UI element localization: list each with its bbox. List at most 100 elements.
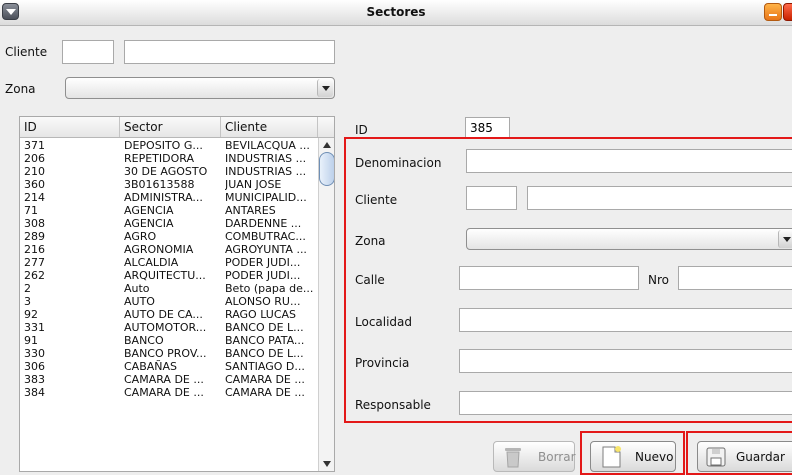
nuevo-button-label: Nuevo — [635, 450, 674, 464]
minimize-button[interactable] — [764, 3, 782, 21]
scroll-down-arrow-icon[interactable] — [323, 461, 331, 467]
cell-cliente: ALONSO RU... — [225, 295, 301, 308]
cell-sector: AGRO — [124, 230, 157, 243]
table-row[interactable]: 216 AGRONOMIA AGROYUNTA ... — [20, 243, 318, 256]
cell-id: 289 — [24, 230, 45, 243]
localidad-input[interactable] — [459, 308, 792, 332]
filter-cliente-code-input[interactable] — [62, 40, 114, 64]
table-row[interactable]: 330 BANCO PROV... BANCO DE L... — [20, 347, 318, 360]
table-row[interactable]: 210 30 DE AGOSTO INDUSTRIAS ... — [20, 165, 318, 178]
table-row[interactable]: 262 ARQUITECTU... PODER JUDI... — [20, 269, 318, 282]
cell-sector: AGENCIA — [124, 217, 174, 230]
cell-id: 384 — [24, 386, 45, 399]
cell-id: 2 — [24, 282, 31, 295]
cell-cliente: PODER JUDI... — [225, 269, 301, 282]
table-row[interactable]: 92 AUTO DE CA... RAGO LUCAS — [20, 308, 318, 321]
cell-id: 216 — [24, 243, 45, 256]
table-row[interactable]: 214 ADMINISTRA... MUNICIPALID... — [20, 191, 318, 204]
responsable-input[interactable] — [459, 391, 792, 415]
window-title: Sectores — [366, 5, 426, 19]
cell-id: 262 — [24, 269, 45, 282]
cell-cliente: COMBUTRAC... — [225, 230, 306, 243]
id-field[interactable] — [465, 117, 510, 139]
cell-id: 360 — [24, 178, 45, 191]
table-row[interactable]: 383 CAMARA DE ... CAMARA DE ... — [20, 373, 318, 386]
cell-sector: AUTO DE CA... — [124, 308, 203, 321]
provincia-label: Provincia — [355, 356, 410, 370]
cliente-code-input[interactable] — [466, 186, 517, 210]
cell-sector: AGENCIA — [124, 204, 174, 217]
filter-zona-select[interactable] — [65, 77, 335, 99]
cell-sector: ADMINISTRA... — [124, 191, 203, 204]
cell-sector: AUTOMOTOR... — [124, 321, 207, 334]
calle-label: Calle — [355, 273, 385, 287]
scroll-thumb[interactable] — [319, 152, 334, 186]
cell-cliente: BANCO PATA... — [225, 334, 305, 347]
table-row[interactable]: 306 CABAÑAS SANTIAGO D... — [20, 360, 318, 373]
cell-cliente: BANCO DE L... — [225, 321, 304, 334]
cell-cliente: RAGO LUCAS — [225, 308, 297, 321]
table-row[interactable]: 371 DEPOSITO G... BEVILACQUA ... — [20, 139, 318, 152]
new-document-icon — [602, 446, 621, 468]
chevron-down-icon[interactable] — [317, 79, 333, 97]
cell-id: 92 — [24, 308, 38, 321]
chevron-down-icon[interactable] — [778, 230, 792, 248]
cell-id: 331 — [24, 321, 45, 334]
nuevo-button[interactable]: Nuevo — [590, 441, 676, 472]
table-row[interactable]: 384 CAMARA DE ... CAMARA DE ... — [20, 386, 318, 399]
column-header-sector[interactable]: Sector — [120, 117, 221, 137]
scroll-up-arrow-icon[interactable] — [323, 142, 331, 148]
guardar-button[interactable]: Guardar — [697, 441, 792, 472]
cell-id: 383 — [24, 373, 45, 386]
cell-id: 277 — [24, 256, 45, 269]
zona-label: Zona — [355, 234, 386, 248]
cell-sector: CAMARA DE ... — [124, 386, 204, 399]
column-header-id[interactable]: ID — [20, 117, 120, 137]
cell-cliente: ANTARES — [225, 204, 276, 217]
nro-input[interactable] — [678, 266, 792, 290]
denominacion-label: Denominacion — [355, 156, 442, 170]
cell-cliente: JUAN JOSE — [225, 178, 282, 191]
table-row[interactable]: 3 AUTO ALONSO RU... — [20, 295, 318, 308]
denominacion-input[interactable] — [466, 149, 792, 173]
cell-id: 306 — [24, 360, 45, 373]
filter-cliente-label: Cliente — [5, 45, 48, 59]
column-header-cliente[interactable]: Cliente — [221, 117, 318, 137]
zona-select[interactable] — [466, 228, 792, 250]
cell-sector: DEPOSITO G... — [124, 139, 203, 152]
table-row[interactable]: 91 BANCO BANCO PATA... — [20, 334, 318, 347]
table-row[interactable]: 289 AGRO COMBUTRAC... — [20, 230, 318, 243]
cell-cliente: AGROYUNTA ... — [225, 243, 307, 256]
sectores-table[interactable]: ID Sector Cliente 371 DEPOSITO G... BEVILA… — [19, 116, 335, 472]
cell-cliente: PODER JUDI... — [225, 256, 301, 269]
table-vertical-scrollbar[interactable] — [318, 138, 334, 471]
cell-id: 214 — [24, 191, 45, 204]
cell-cliente: CAMARA DE ... — [225, 373, 305, 386]
provincia-input[interactable] — [459, 349, 792, 373]
cell-cliente: SANTIAGO D... — [225, 360, 305, 373]
cell-sector: ALCALDIA — [124, 256, 179, 269]
cell-sector: BANCO PROV... — [124, 347, 207, 360]
cell-sector: ARQUITECTU... — [124, 269, 206, 282]
filter-cliente-name-input[interactable] — [124, 40, 335, 64]
cell-id: 371 — [24, 139, 45, 152]
table-row[interactable]: 360 3B01613588 JUAN JOSE — [20, 178, 318, 191]
table-row[interactable]: 71 AGENCIA ANTARES — [20, 204, 318, 217]
borrar-button-label: Borrar — [538, 450, 576, 464]
cliente-name-input[interactable] — [527, 186, 792, 210]
cell-cliente: BEVILACQUA ... — [225, 139, 310, 152]
borrar-button[interactable]: Borrar — [493, 441, 576, 472]
table-row[interactable]: 308 AGENCIA DARDENNE ... — [20, 217, 318, 230]
table-row[interactable]: 206 REPETIDORA INDUSTRIAS ... — [20, 152, 318, 165]
table-row[interactable]: 2 Auto Beto (papa de... — [20, 282, 318, 295]
cell-cliente: DARDENNE ... — [225, 217, 302, 230]
cell-id: 3 — [24, 295, 31, 308]
close-button[interactable] — [783, 3, 792, 21]
cell-sector: CABAÑAS — [124, 360, 178, 373]
cell-cliente: INDUSTRIAS ... — [225, 165, 307, 178]
table-row[interactable]: 331 AUTOMOTOR... BANCO DE L... — [20, 321, 318, 334]
table-row[interactable]: 277 ALCALDIA PODER JUDI... — [20, 256, 318, 269]
calle-input[interactable] — [459, 266, 639, 290]
cell-sector: CAMARA DE ... — [124, 373, 204, 386]
save-icon — [706, 447, 726, 467]
